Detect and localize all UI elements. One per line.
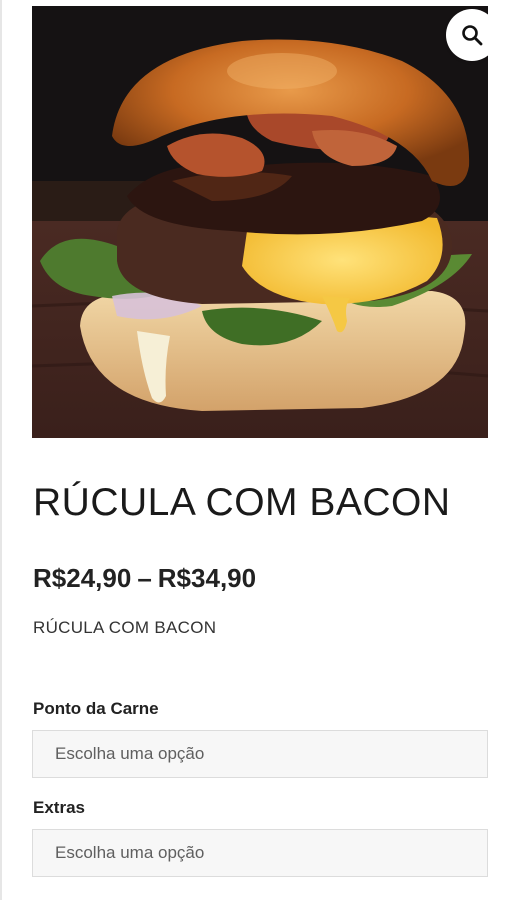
product-title: RÚCULA COM BACON bbox=[33, 481, 451, 524]
extras-select[interactable]: Escolha uma opção bbox=[32, 829, 488, 877]
product-page: RÚCULA COM BACON R$24,90– R$34,90 RÚCULA … bbox=[0, 0, 510, 900]
meat-doneness-select[interactable]: Escolha uma opção bbox=[32, 730, 488, 778]
price-range: R$24,90– R$34,90 bbox=[33, 562, 256, 594]
price-min: R$24,90 bbox=[33, 563, 132, 593]
extras-label: Extras bbox=[33, 798, 85, 817]
price-max: R$34,90 bbox=[157, 563, 257, 593]
price-separator: – bbox=[137, 563, 152, 593]
product-image[interactable] bbox=[32, 6, 488, 438]
search-icon bbox=[462, 25, 483, 46]
meat-doneness-label: Ponto da Carne bbox=[33, 699, 159, 718]
burger-photo bbox=[32, 6, 488, 438]
short-description: RÚCULA COM BACON bbox=[33, 618, 217, 637]
